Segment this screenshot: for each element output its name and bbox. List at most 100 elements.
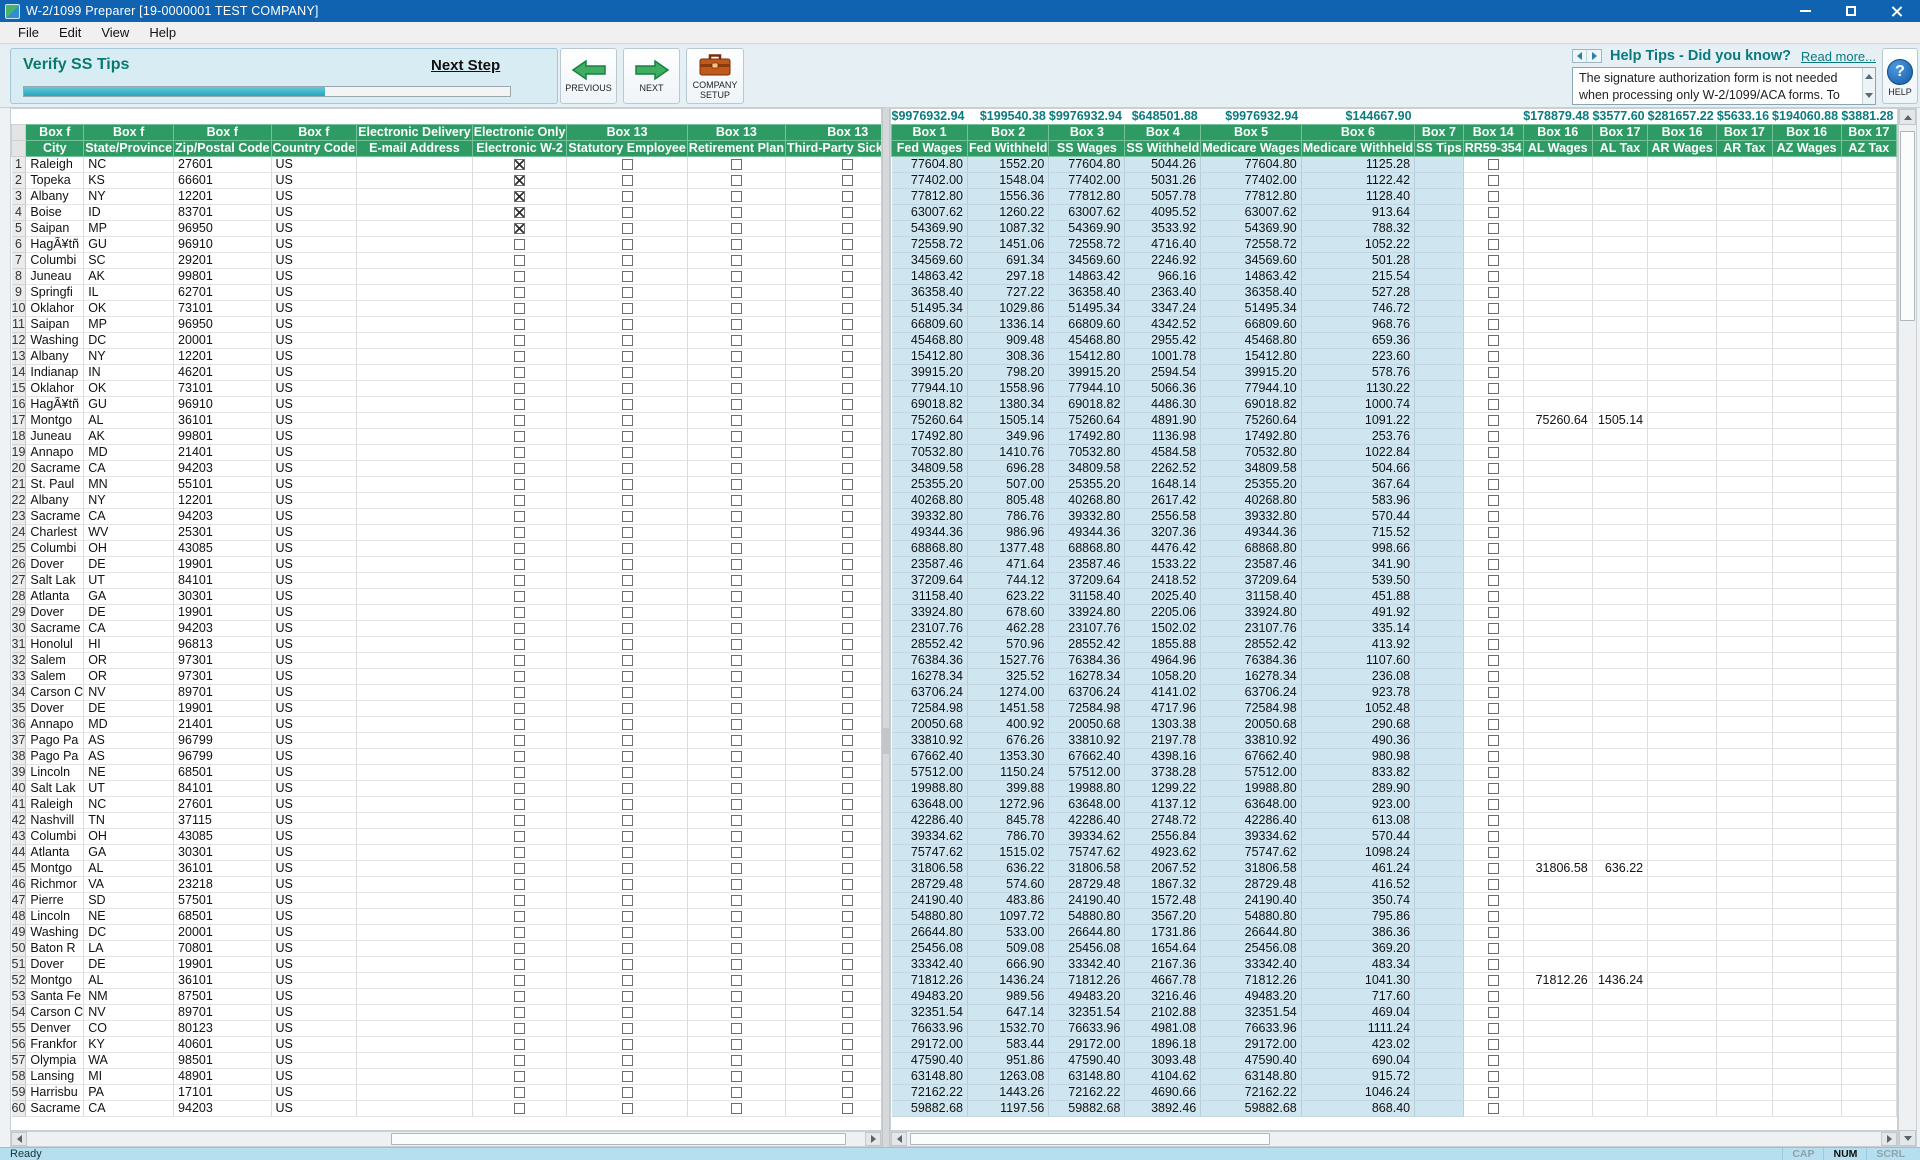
cell-fed-wages[interactable]: 24190.40	[892, 893, 968, 909]
checkbox-third-party-sick-pay[interactable]	[842, 159, 853, 170]
cell-city[interactable]: HagÃ¥tñ	[26, 396, 84, 412]
row-number[interactable]: 44	[12, 844, 26, 860]
cell-medicare-withheld[interactable]: 998.66	[1301, 541, 1414, 557]
cell-ar-tax[interactable]	[1717, 541, 1772, 557]
cell-al-tax[interactable]	[1592, 621, 1647, 637]
cell-ss-tips[interactable]	[1415, 541, 1464, 557]
cell-medicare-wages[interactable]: 26644.80	[1201, 925, 1302, 941]
checkbox-third-party-sick-pay[interactable]	[842, 287, 853, 298]
checkbox-statutory-employee[interactable]	[622, 703, 633, 714]
row-number[interactable]: 24	[12, 524, 26, 540]
cell-fed-wages[interactable]: 51495.34	[892, 301, 968, 317]
cell-fed-wages[interactable]: 77944.10	[892, 381, 968, 397]
cell-ss-wages[interactable]: 68868.80	[1049, 541, 1125, 557]
cell-az-tax[interactable]	[1841, 509, 1896, 525]
cell-medicare-withheld[interactable]: 501.28	[1301, 253, 1414, 269]
left-column-header[interactable]: State/Province	[84, 140, 174, 156]
cell-al-wages[interactable]	[1523, 733, 1592, 749]
cell-al-tax[interactable]	[1592, 573, 1647, 589]
cell-city[interactable]: Carson C	[26, 684, 84, 700]
cell-ar-tax[interactable]	[1717, 701, 1772, 717]
cell-ss-tips[interactable]	[1415, 701, 1464, 717]
cell-country-code[interactable]: US	[271, 316, 357, 332]
cell-ss-withheld[interactable]: 4486.30	[1125, 397, 1201, 413]
cell-ss-withheld[interactable]: 4095.52	[1125, 205, 1201, 221]
checkbox-retirement-plan[interactable]	[731, 1055, 742, 1066]
row-number[interactable]: 1	[12, 156, 26, 172]
cell-fed-wages[interactable]: 33924.80	[892, 605, 968, 621]
cell-email-address[interactable]	[357, 892, 473, 908]
cell-al-wages[interactable]	[1523, 461, 1592, 477]
cell-ss-tips[interactable]	[1415, 925, 1464, 941]
cell-fed-withheld[interactable]: 574.60	[968, 877, 1049, 893]
checkbox-third-party-sick-pay[interactable]	[842, 815, 853, 826]
checkbox-electronic-w2[interactable]	[514, 815, 525, 826]
row-number[interactable]: 28	[12, 588, 26, 604]
checkbox-electronic-w2[interactable]	[514, 975, 525, 986]
checkbox-retirement-plan[interactable]	[731, 863, 742, 874]
cell-zip-postal-code[interactable]: 57501	[174, 892, 271, 908]
cell-state-province[interactable]: OK	[84, 380, 174, 396]
cell-city[interactable]: Dover	[26, 956, 84, 972]
checkbox-electronic-w2[interactable]	[514, 847, 525, 858]
cell-ss-withheld[interactable]: 5066.36	[1125, 381, 1201, 397]
cell-ss-tips[interactable]	[1415, 1069, 1464, 1085]
cell-fed-withheld[interactable]: 462.28	[968, 621, 1049, 637]
cell-fed-withheld[interactable]: 483.86	[968, 893, 1049, 909]
pane-splitter[interactable]	[882, 108, 890, 1147]
cell-medicare-withheld[interactable]: 1022.84	[1301, 445, 1414, 461]
next-step-link[interactable]: Next Step	[431, 57, 500, 74]
cell-medicare-wages[interactable]: 59882.68	[1201, 1101, 1302, 1117]
cell-city[interactable]: Saipan	[26, 220, 84, 236]
cell-ar-wages[interactable]	[1648, 669, 1717, 685]
cell-state-province[interactable]: CA	[84, 620, 174, 636]
cell-zip-postal-code[interactable]: 97301	[174, 652, 271, 668]
cell-ar-tax[interactable]	[1717, 637, 1772, 653]
checkbox-electronic-w2[interactable]	[514, 671, 525, 682]
cell-medicare-withheld[interactable]: 527.28	[1301, 285, 1414, 301]
cell-al-tax[interactable]	[1592, 893, 1647, 909]
scroll-left-button[interactable]	[891, 1132, 907, 1146]
cell-al-wages[interactable]	[1523, 781, 1592, 797]
tip-next-button[interactable]	[1587, 50, 1601, 62]
cell-al-tax[interactable]	[1592, 509, 1647, 525]
cell-state-province[interactable]: AL	[84, 412, 174, 428]
checkbox-rr59-354[interactable]	[1488, 1087, 1499, 1098]
cell-medicare-withheld[interactable]: 490.36	[1301, 733, 1414, 749]
checkbox-retirement-plan[interactable]	[731, 799, 742, 810]
cell-email-address[interactable]	[357, 988, 473, 1004]
checkbox-electronic-w2[interactable]	[514, 735, 525, 746]
checkbox-statutory-employee[interactable]	[622, 367, 633, 378]
cell-country-code[interactable]: US	[271, 1020, 357, 1036]
cell-ar-wages[interactable]	[1648, 541, 1717, 557]
cell-ar-tax[interactable]	[1717, 1053, 1772, 1069]
cell-az-wages[interactable]	[1772, 1069, 1841, 1085]
cell-ss-tips[interactable]	[1415, 381, 1464, 397]
checkbox-statutory-employee[interactable]	[622, 895, 633, 906]
cell-al-wages[interactable]	[1523, 237, 1592, 253]
cell-ar-wages[interactable]	[1648, 413, 1717, 429]
cell-medicare-withheld[interactable]: 253.76	[1301, 429, 1414, 445]
checkbox-statutory-employee[interactable]	[622, 191, 633, 202]
checkbox-third-party-sick-pay[interactable]	[842, 191, 853, 202]
cell-medicare-withheld[interactable]: 868.40	[1301, 1101, 1414, 1117]
cell-fed-withheld[interactable]: 786.76	[968, 509, 1049, 525]
right-column-header[interactable]: SS Tips	[1415, 141, 1464, 157]
cell-al-tax[interactable]	[1592, 877, 1647, 893]
cell-fed-withheld[interactable]: 1451.58	[968, 701, 1049, 717]
row-number[interactable]: 36	[12, 716, 26, 732]
cell-medicare-wages[interactable]: 69018.82	[1201, 397, 1302, 413]
cell-city[interactable]: Columbi	[26, 540, 84, 556]
cell-country-code[interactable]: US	[271, 924, 357, 940]
cell-fed-withheld[interactable]: 623.22	[968, 589, 1049, 605]
cell-medicare-wages[interactable]: 77604.80	[1201, 157, 1302, 173]
cell-country-code[interactable]: US	[271, 732, 357, 748]
cell-al-tax[interactable]	[1592, 813, 1647, 829]
cell-fed-withheld[interactable]: 798.20	[968, 365, 1049, 381]
cell-ss-tips[interactable]	[1415, 1005, 1464, 1021]
cell-al-tax[interactable]	[1592, 1021, 1647, 1037]
cell-ar-tax[interactable]	[1717, 845, 1772, 861]
cell-country-code[interactable]: US	[271, 364, 357, 380]
cell-al-wages[interactable]	[1523, 397, 1592, 413]
cell-fed-wages[interactable]: 32351.54	[892, 1005, 968, 1021]
